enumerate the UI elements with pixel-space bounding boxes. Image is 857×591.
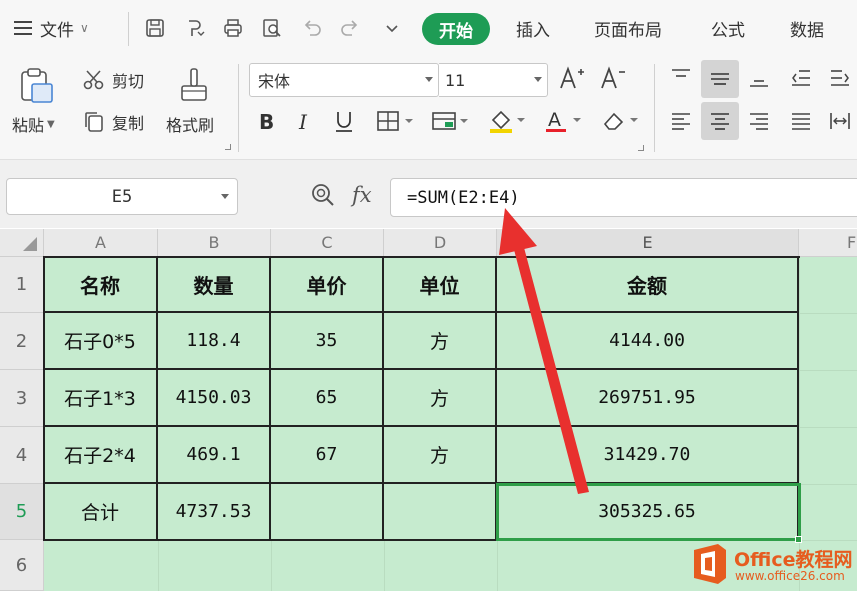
annotation-arrow xyxy=(499,208,589,494)
spreadsheet-app-window: 文件 ∨ 开始 插入 页面布局 公式 数据 粘贴 ▼ 剪切 复制 格式刷 宋体 … xyxy=(0,0,857,591)
office-logo-icon xyxy=(690,542,730,586)
watermark-url: www.office26.com xyxy=(735,569,845,583)
watermark-brand: Office教程网 xyxy=(734,549,853,571)
